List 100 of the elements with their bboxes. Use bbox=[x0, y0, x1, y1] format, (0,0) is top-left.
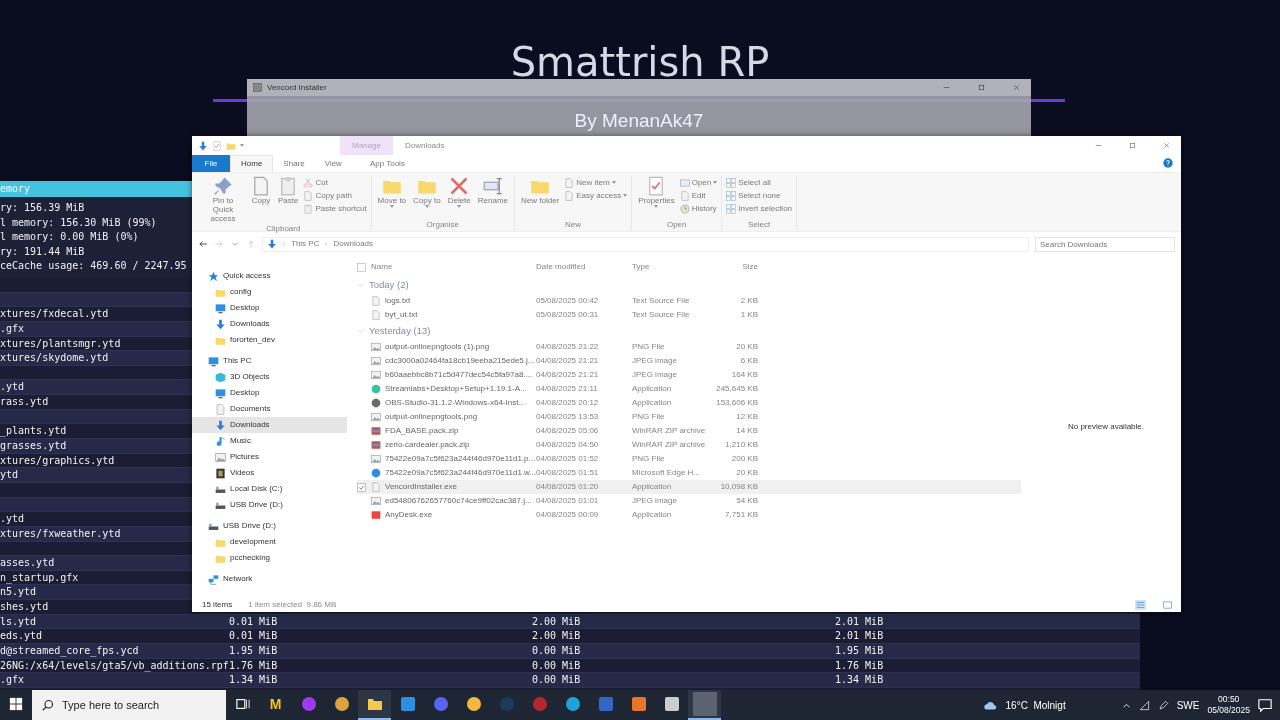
nav-item[interactable]: Quick access bbox=[192, 268, 347, 284]
ribbon-button[interactable]: Paste bbox=[276, 176, 301, 223]
file-row[interactable]: ed54806762657760c74ce9ff02cac387.j... 04/08/2025 01:01 JPEG image 54 KB bbox=[357, 494, 1021, 508]
nav-item[interactable]: Desktop bbox=[192, 300, 347, 316]
memory-value: 1.95 MiB bbox=[229, 644, 278, 658]
cube-icon bbox=[215, 371, 226, 383]
file-row[interactable]: FDA_BASE.pack.zip 04/08/2025 05:06 WinRAR ZIP archive 14 KB bbox=[357, 424, 1021, 438]
ribbon-button[interactable]: Copy to bbox=[411, 176, 443, 219]
nav-item[interactable]: pcchecking bbox=[192, 550, 347, 566]
nav-item[interactable]: This PC bbox=[192, 353, 347, 369]
taskbar-app[interactable] bbox=[358, 690, 391, 720]
pin-icon bbox=[213, 176, 233, 196]
nav-item[interactable]: 3D Objects bbox=[192, 369, 347, 385]
file-row[interactable]: cdc3000a02464fa18cb19eeba215ede5.j... 04/08/2025 21:21 JPEG image 6 KB bbox=[357, 354, 1021, 368]
file-row[interactable]: output-onlinepngtools (1).png 04/08/2025 21:22 PNG File 20 KB bbox=[357, 340, 1021, 354]
ribbon-tab[interactable]: App Tools bbox=[359, 155, 415, 172]
ribbon-button[interactable]: Easy access bbox=[564, 189, 628, 202]
ribbon-button[interactable]: History bbox=[679, 202, 718, 215]
ribbon-tab[interactable]: Share bbox=[273, 155, 315, 172]
ribbon-button[interactable]: New folder bbox=[519, 176, 562, 219]
breadcrumb[interactable]: This PC bbox=[291, 238, 320, 250]
file-row[interactable]: logs.txt 05/08/2025 00:42 Text Source File 2 KB bbox=[357, 294, 1021, 308]
search-field[interactable]: Search Downloads bbox=[1035, 236, 1175, 252]
nav-item[interactable]: Network bbox=[192, 571, 347, 587]
resource-name: xtures/skydome.ytd bbox=[0, 351, 109, 366]
nav-item[interactable]: Pictures bbox=[192, 449, 347, 465]
nav-item[interactable]: Desktop bbox=[192, 385, 347, 401]
back-button[interactable] bbox=[198, 239, 208, 249]
column-header[interactable]: Size bbox=[712, 261, 758, 273]
nav-item[interactable]: Music bbox=[192, 433, 347, 449]
group-header[interactable]: Yesterday (13) bbox=[357, 322, 431, 340]
ribbon-button[interactable]: Cut bbox=[303, 176, 367, 189]
nav-item[interactable]: fororten_dev bbox=[192, 332, 347, 348]
file-row[interactable]: 75422e09a7c5f623a244f46d970e11d1.p...04/08/2025 01:52 PNG File 200 KB bbox=[357, 452, 1021, 466]
nav-item[interactable]: USB Drive (D:) bbox=[192, 518, 347, 534]
column-header[interactable]: Name bbox=[371, 261, 536, 273]
ribbon-button[interactable]: New item bbox=[564, 176, 628, 189]
nav-item[interactable]: development bbox=[192, 534, 347, 550]
nav-item[interactable]: Documents bbox=[192, 401, 347, 417]
ribbon-button[interactable]: Properties bbox=[636, 176, 677, 219]
ribbon-tab[interactable]: File bbox=[192, 155, 230, 172]
resource-name: grasses.ytd bbox=[0, 439, 67, 453]
ribbon-button[interactable]: Rename bbox=[475, 176, 511, 219]
ribbon-button[interactable]: Pin to Quick access bbox=[200, 176, 246, 223]
address-bar[interactable]: This PC Downloads bbox=[262, 236, 1029, 252]
file-row[interactable]: Streamlabs+Desktop+Setup+1.19.1-A... 04/08/2025 21:11 Application 245,645 KB bbox=[357, 382, 1021, 396]
file-type: PNG File bbox=[632, 411, 666, 423]
file-row[interactable]: OBS-Studio-31.1.2-Windows-x64-Inst... 04/08/2025 20:12 Application 153,606 KB bbox=[357, 396, 1021, 410]
memory-value: 1.76 MiB bbox=[835, 658, 884, 673]
file-row[interactable]: output-onlinepngtools.png 04/08/2025 13:53 PNG File 12 KB bbox=[357, 410, 1021, 424]
file-row[interactable]: VencordInstaller.exe 04/08/2025 01:20 Application 10,098 KB bbox=[357, 480, 1021, 494]
nav-item[interactable]: USB Drive (D:) bbox=[192, 497, 347, 513]
ribbon-button[interactable]: Invert selection bbox=[726, 202, 793, 215]
column-header[interactable]: Date modified bbox=[536, 261, 632, 273]
file-size: 1 KB bbox=[739, 309, 758, 321]
page-title: Smattrish RP bbox=[510, 38, 770, 86]
file-name: output-onlinepngtools.png bbox=[385, 411, 479, 423]
tiles-view-button[interactable] bbox=[1162, 600, 1173, 610]
group-label: Clipboard bbox=[265, 223, 302, 235]
select-all-checkbox[interactable] bbox=[357, 262, 366, 272]
file-row[interactable]: byt_ut.txt 05/08/2025 00:31 Text Source File 1 KB bbox=[357, 308, 1021, 322]
nav-item[interactable]: Local Disk (C:) bbox=[192, 481, 347, 497]
nav-item[interactable]: Downloads bbox=[192, 316, 347, 332]
ribbon-tab[interactable]: View bbox=[314, 155, 352, 172]
file-row[interactable]: 75422e09a7c5f623a244f46d970e11d1.w...04/08/2025 01:51 Microsoft Edge H... 20 KB bbox=[357, 466, 1021, 480]
nav-item[interactable]: Downloads bbox=[192, 417, 347, 433]
breadcrumb[interactable]: Downloads bbox=[333, 238, 374, 250]
clock[interactable]: 00:50 05/08/2025 bbox=[1207, 694, 1250, 716]
file-row[interactable]: b60aaebbc8b71c5d477dec54c5fa97a8.... 04/08/2025 21:21 JPEG image 164 KB bbox=[357, 368, 1021, 382]
ribbon-button[interactable]: Open bbox=[679, 176, 718, 189]
taskbar-search[interactable]: Type here to search bbox=[32, 690, 226, 720]
nav-item[interactable]: Videos bbox=[192, 465, 347, 481]
ribbon-button[interactable]: Copy path bbox=[303, 189, 367, 202]
ribbon-button[interactable]: Select none bbox=[726, 189, 793, 202]
ribbon-button[interactable]: Select all bbox=[726, 176, 793, 189]
music-note-icon bbox=[215, 435, 226, 447]
taskbar-app[interactable]: M bbox=[259, 690, 292, 720]
memory-value: 0.00 MiB bbox=[532, 658, 581, 673]
network-icon[interactable] bbox=[1138, 699, 1150, 711]
down-arrow-icon bbox=[198, 140, 208, 151]
ribbon-button[interactable]: Delete bbox=[445, 176, 473, 219]
group-header[interactable]: Today (2) bbox=[357, 276, 409, 294]
file-row[interactable]: zerio-cardealer.pack.zip 04/08/2025 04:50 WinRAR ZIP archive 1,210 KB bbox=[357, 438, 1021, 452]
language-indicator[interactable]: SWE bbox=[1176, 697, 1200, 713]
ribbon-button[interactable]: Edit bbox=[679, 189, 718, 202]
file-row[interactable]: AnyDesk.exe 04/08/2025 00:09 Application 7,751 KB bbox=[357, 508, 1021, 522]
pen-icon[interactable] bbox=[1157, 699, 1169, 711]
status-text: 15 items bbox=[202, 599, 233, 611]
file-date: 04/08/2025 00:09 bbox=[536, 509, 600, 521]
nav-item[interactable]: config bbox=[192, 284, 347, 300]
column-header[interactable]: Type bbox=[632, 261, 712, 273]
clock-icon bbox=[679, 203, 690, 214]
ribbon-tab[interactable]: Home bbox=[230, 155, 274, 172]
clock-time: 00:50 bbox=[1217, 694, 1241, 705]
ribbon-button[interactable]: Move to bbox=[375, 176, 409, 219]
ribbon-button[interactable]: Copy bbox=[249, 176, 273, 223]
notification-icon[interactable] bbox=[1258, 698, 1272, 712]
ribbon-button[interactable]: Paste shortcut bbox=[303, 202, 367, 215]
check-document-icon bbox=[212, 140, 222, 151]
file-date: 04/08/2025 01:20 bbox=[536, 481, 600, 493]
